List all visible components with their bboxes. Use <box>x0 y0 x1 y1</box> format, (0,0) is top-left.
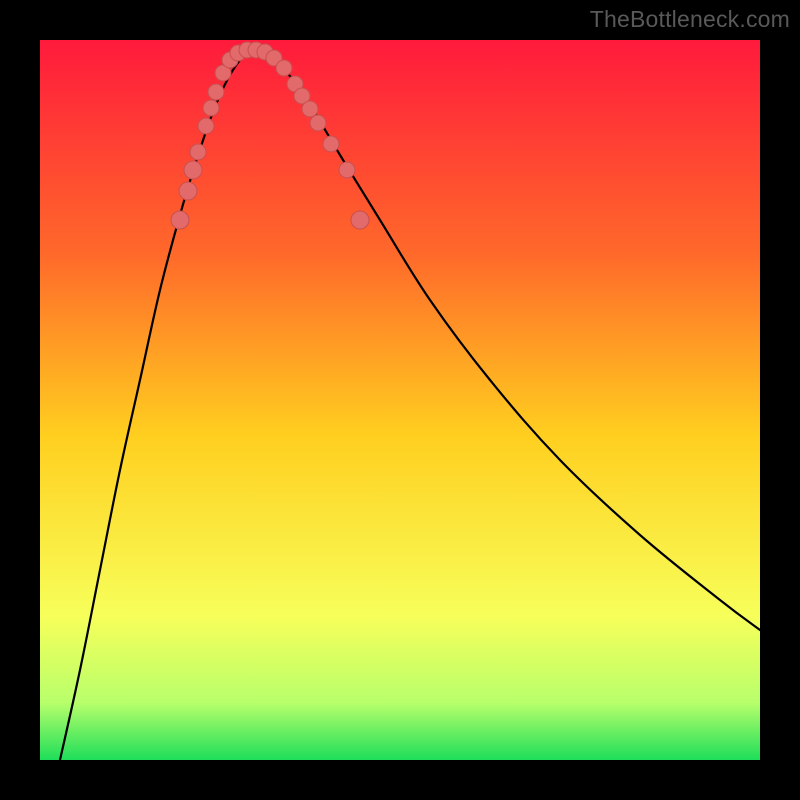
bottleneck-curve <box>60 49 760 760</box>
marker-dot <box>190 144 206 160</box>
plot-area <box>40 40 760 760</box>
marker-dot <box>203 100 219 116</box>
marker-group <box>171 42 369 229</box>
marker-dot <box>171 211 189 229</box>
marker-dot <box>179 182 197 200</box>
marker-dot <box>184 161 202 179</box>
marker-dot <box>276 60 292 76</box>
marker-dot <box>198 118 214 134</box>
marker-dot <box>302 101 318 117</box>
chart-frame: TheBottleneck.com <box>0 0 800 800</box>
watermark-text: TheBottleneck.com <box>590 6 790 33</box>
curve-svg <box>40 40 760 760</box>
marker-dot <box>351 211 369 229</box>
marker-dot <box>310 115 326 131</box>
marker-dot <box>323 136 339 152</box>
marker-dot <box>339 162 355 178</box>
marker-dot <box>208 84 224 100</box>
